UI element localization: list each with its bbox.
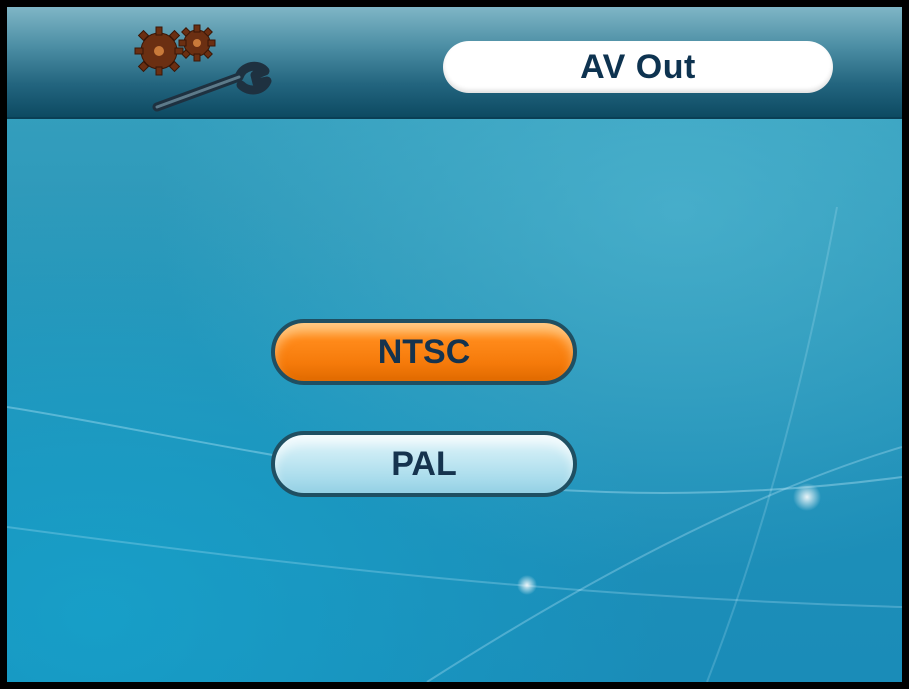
- pal-option-label: PAL: [391, 444, 457, 483]
- settings-screen: AV Out NTSC PAL: [0, 0, 909, 689]
- pal-option-button[interactable]: PAL: [271, 431, 577, 497]
- page-title-pill: AV Out: [443, 41, 833, 93]
- ntsc-option-label: NTSC: [377, 332, 471, 371]
- ntsc-option-button[interactable]: NTSC: [271, 319, 577, 385]
- header-bar: AV Out: [7, 7, 902, 119]
- gears-wrench-icon: [134, 24, 272, 112]
- page-title: AV Out: [580, 47, 696, 86]
